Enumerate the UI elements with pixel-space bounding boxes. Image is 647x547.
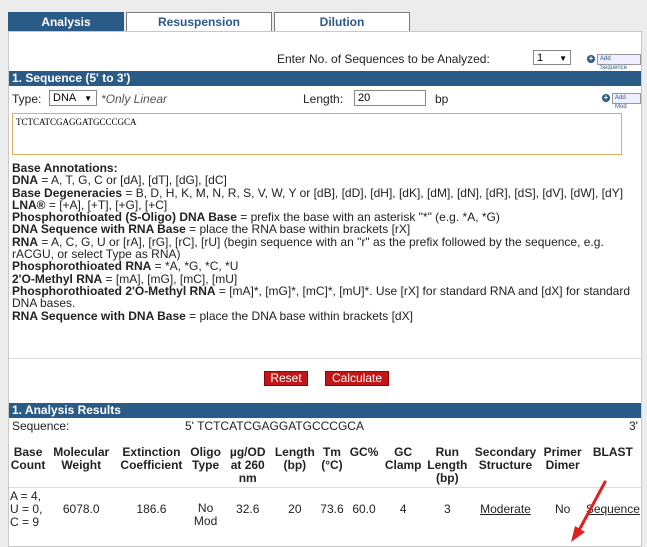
tab-analysis[interactable]: Analysis [8,12,124,32]
tab-bar: Analysis Resuspension Dilution [8,12,410,32]
length-field[interactable]: 20 [354,90,426,106]
results-header-row: Base Count Molecular Weight Extinction C… [9,444,641,488]
only-linear-note: *Only Linear [101,92,168,106]
col-gc-percent: GC% [346,444,383,488]
col-length: Length (bp) [271,444,318,488]
col-gc-clamp: GC Clamp [382,444,425,488]
cell-extinction-coefficient: 186.6 [136,502,167,516]
cell-molecular-weight: 6078.0 [62,502,100,516]
analysis-panel: Enter No. of Sequences to be Analyzed: 1… [8,31,642,547]
cell-base-count: A = 4, U = 0, C = 9 [10,489,43,529]
cell-tm: 73.6 [320,502,344,516]
cell-length: 20 [288,502,302,516]
cell-oligo-type: No Mod [193,501,218,528]
length-value: 20 [358,92,371,104]
results-sequence-label: Sequence: [12,419,70,433]
base-annotations: Base Annotations: DNA = A, T, G, C or [d… [12,162,637,322]
sequence-input[interactable]: TCTCATCGAGGATGCCCGCA [12,113,622,155]
cell-run-length: 3 [443,502,451,516]
add-mod-icon[interactable]: + [602,94,610,102]
type-select[interactable]: DNA ▼ [49,90,97,106]
col-molecular-weight: Molecular Weight [47,444,116,488]
col-tm: Tm (°C) [317,444,346,488]
table-row: A = 4, U = 0, C = 9 6078.0 186.6 No Mod … [9,488,641,530]
cell-gc-clamp: 4 [399,502,407,516]
num-sequences-select[interactable]: 1 ▼ [533,50,571,65]
secondary-structure-link[interactable]: Moderate [470,488,540,530]
add-mod-button[interactable]: Add Mod [612,93,641,110]
length-unit: bp [435,92,449,106]
cell-ug-od: 32.6 [236,502,260,516]
red-arrow-icon [571,480,607,542]
add-sequence-button[interactable]: Add Sequence [597,54,641,71]
reset-button[interactable]: Reset [264,371,308,386]
chevron-down-icon: ▼ [84,94,92,103]
num-sequences-value: 1 [537,52,544,64]
col-run-length: Run Length (bp) [424,444,471,488]
chevron-down-icon: ▼ [559,54,567,63]
sequence-section-header: 1. Sequence (5' to 3') [9,71,641,86]
sequence-text: TCTCATCGAGGATGCCCGCA [16,117,137,127]
annotation-key: RNA Sequence with DNA Base [12,308,186,323]
annotation-value: = place the DNA base within brackets [dX… [185,308,413,323]
col-secondary-structure: Secondary Structure [470,444,541,488]
results-sequence-value: 5' TCTCATCGAGGATGCCCGCA [185,419,364,433]
add-sequence-icon[interactable]: + [587,55,595,63]
col-base-count: Base Count [9,444,48,488]
col-oligo-type: Oligo Type [187,444,224,488]
cell-gc-percent: 60.0 [352,502,376,516]
type-label: Type: [12,92,42,106]
num-sequences-label: Enter No. of Sequences to be Analyzed: [277,52,490,66]
col-ug-od: µg/OD at 260 nm [223,444,272,488]
results-sequence-end: 3' [629,419,638,433]
results-section-header: 1. Analysis Results [9,403,641,418]
tab-resuspension[interactable]: Resuspension [126,12,272,32]
divider [9,358,641,359]
type-value: DNA [53,92,77,104]
calculate-button[interactable]: Calculate [325,371,389,386]
results-table: Base Count Molecular Weight Extinction C… [9,444,641,529]
length-label: Length: [303,92,344,106]
annotation-value: = A, C, G, U or [rA], [rG], [rC], [rU] (… [12,234,604,262]
col-extinction-coefficient: Extinction Coefficient [115,444,188,488]
tab-dilution[interactable]: Dilution [274,12,410,32]
annotation-value: = B, D, H, K, M, N, R, S, V, W, Y or [dB… [122,185,624,200]
